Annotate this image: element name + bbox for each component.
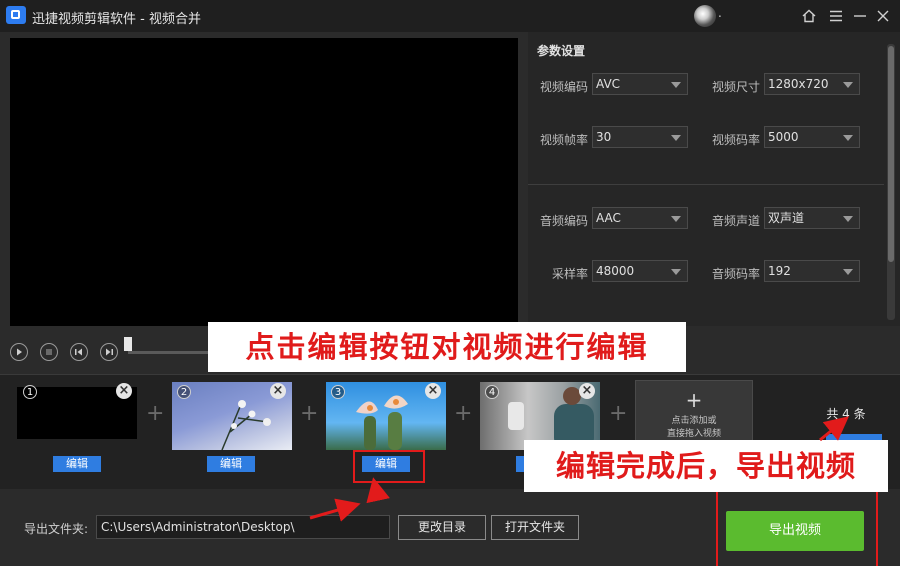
- arrow-to-edit-icon: [366, 477, 390, 504]
- annotation-arrows: [309, 416, 849, 522]
- arrow-to-count-icon: [819, 416, 849, 442]
- arrow-to-path-icon: [309, 498, 361, 522]
